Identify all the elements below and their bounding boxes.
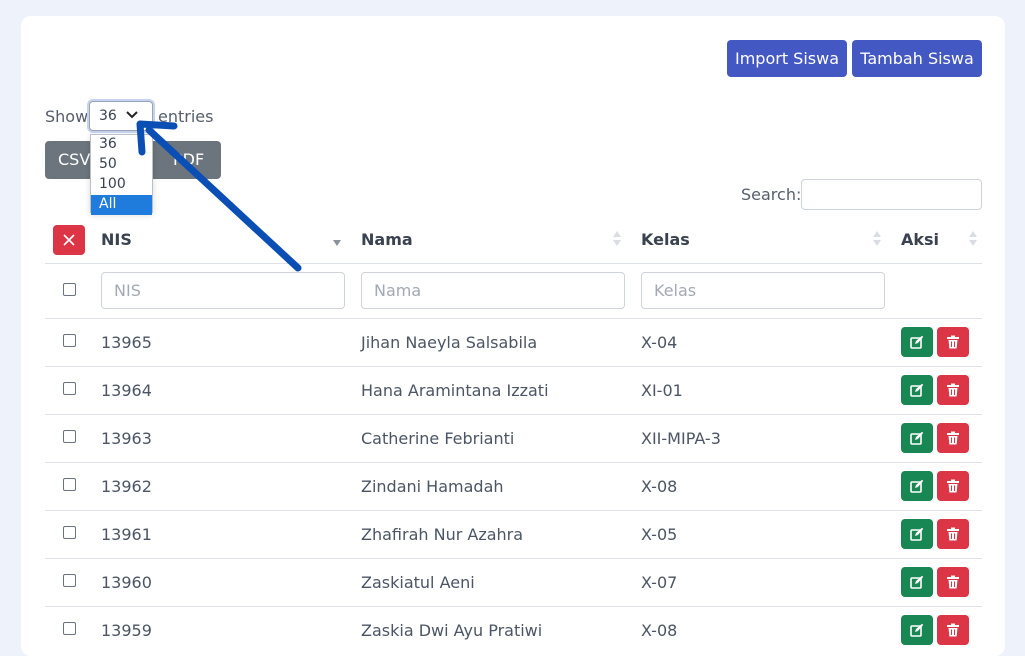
delete-button[interactable] [937,375,969,405]
cell-nama: Zindani Hamadah [361,477,504,496]
row-checkbox[interactable] [63,526,76,539]
cell-nama: Jihan Naeyla Salsabila [361,333,538,352]
edit-icon [910,575,924,589]
cell-kelas: X-08 [641,621,678,640]
entries-label: entries [158,107,214,126]
delete-button[interactable] [937,615,969,645]
header-divider [45,263,982,264]
row-checkbox[interactable] [63,478,76,491]
header-aksi[interactable]: Aksi [901,230,939,249]
edit-button[interactable] [901,615,933,645]
cell-nama: Hana Aramintana Izzati [361,381,549,400]
entries-select[interactable]: 36 [89,101,153,131]
header-nis[interactable]: NIS [101,230,132,249]
trash-icon [947,383,959,397]
cell-nis: 13964 [101,381,152,400]
row-checkbox[interactable] [63,382,76,395]
edit-button[interactable] [901,471,933,501]
pdf-export-button[interactable]: PDF [155,141,221,179]
edit-button[interactable] [901,327,933,357]
sort-desc-icon[interactable] [332,230,342,248]
cell-nis: 13959 [101,621,152,640]
row-divider [45,366,982,367]
trash-icon [947,575,959,589]
row-divider [45,606,982,607]
close-icon [63,234,75,246]
chevron-down-icon [126,111,138,119]
show-label: Show [45,107,89,126]
cell-nis: 13962 [101,477,152,496]
edit-icon [910,383,924,397]
select-all-checkbox[interactable] [63,283,76,296]
row-checkbox[interactable] [63,430,76,443]
cell-nis: 13960 [101,573,152,592]
row-checkbox[interactable] [63,622,76,635]
edit-button[interactable] [901,519,933,549]
row-divider [45,510,982,511]
edit-icon [910,623,924,637]
trash-icon [947,527,959,541]
trash-icon [947,431,959,445]
header-nama[interactable]: Nama [361,230,413,249]
edit-button[interactable] [901,423,933,453]
cell-kelas: X-05 [641,525,678,544]
edit-icon [910,335,924,349]
edit-button[interactable] [901,375,933,405]
row-checkbox[interactable] [63,574,76,587]
row-divider [45,462,982,463]
search-label: Search: [741,185,802,204]
cell-kelas: X-08 [641,477,678,496]
trash-icon [947,623,959,637]
entries-option[interactable]: 36 [91,135,152,155]
filter-divider [45,318,982,319]
delete-button[interactable] [937,471,969,501]
edit-icon [910,527,924,541]
entries-option[interactable]: 100 [91,175,152,195]
cell-nama: Zaskia Dwi Ayu Pratiwi [361,621,543,640]
cell-nama: Zaskiatul Aeni [361,573,475,592]
trash-icon [947,479,959,493]
row-checkbox[interactable] [63,334,76,347]
edit-icon [910,479,924,493]
edit-icon [910,431,924,445]
delete-selected-button[interactable] [53,225,85,255]
header-kelas[interactable]: Kelas [641,230,690,249]
cell-kelas: XI-01 [641,381,683,400]
search-input[interactable] [801,179,982,210]
tambah-siswa-button[interactable]: Tambah Siswa [852,40,982,77]
cell-kelas: X-07 [641,573,678,592]
filter-nis-input[interactable]: NIS [101,272,345,309]
entries-option[interactable]: 50 [91,155,152,175]
delete-button[interactable] [937,567,969,597]
delete-button[interactable] [937,423,969,453]
filter-kelas-input[interactable]: Kelas [641,272,885,309]
edit-button[interactable] [901,567,933,597]
entries-select-value: 36 [99,108,117,124]
cell-nis: 13961 [101,525,152,544]
cell-nama: Zhafirah Nur Azahra [361,525,524,544]
cell-kelas: XII-MIPA-3 [641,429,721,448]
row-divider [45,558,982,559]
entries-option-highlighted[interactable]: All [91,195,152,215]
cell-nis: 13963 [101,429,152,448]
row-divider [45,414,982,415]
entries-dropdown: 36 50 100 All [90,134,153,215]
cell-nama: Catherine Febrianti [361,429,515,448]
delete-button[interactable] [937,327,969,357]
import-siswa-button[interactable]: Import Siswa [727,40,847,77]
sort-icon[interactable] [872,230,882,248]
filter-nama-input[interactable]: Nama [361,272,625,309]
sort-icon[interactable] [968,230,978,248]
trash-icon [947,335,959,349]
cell-nis: 13965 [101,333,152,352]
delete-button[interactable] [937,519,969,549]
sort-icon[interactable] [612,230,622,248]
cell-kelas: X-04 [641,333,678,352]
